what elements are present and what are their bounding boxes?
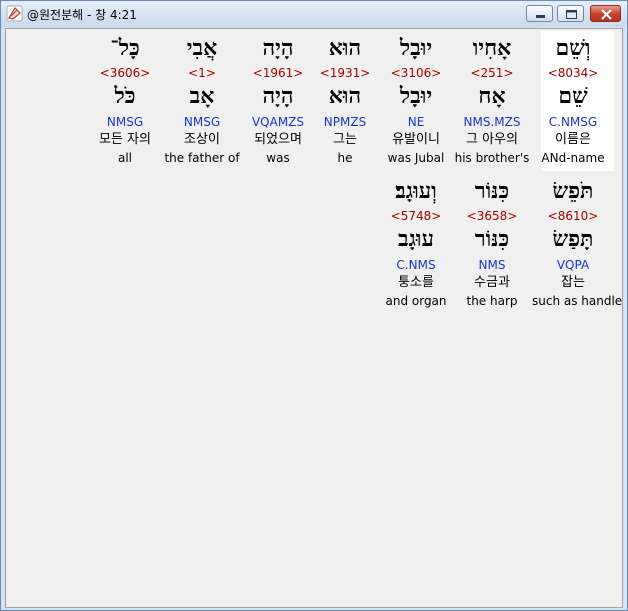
lemma-word: שֵׁם (558, 83, 588, 109)
strong-number: <3606> (99, 66, 151, 80)
hebrew-word: כָּל־ (110, 35, 140, 61)
strong-number: <8034> (547, 66, 599, 80)
word-block[interactable]: כִּנּוֹר <3658> כִּנּוֹר NMS 수금과 the harp (451, 176, 533, 312)
english-gloss: all (117, 151, 133, 165)
word-block[interactable]: הָיָה <1961> הָיָה VQAMZS 되었으며 was (237, 33, 319, 169)
morph-code: NE (407, 115, 425, 129)
hebrew-word: הָיָה (262, 35, 294, 61)
hebrew-word: אָחִיו (472, 35, 512, 61)
korean-gloss: 잡는 (561, 275, 585, 290)
hebrew-word: יוּבָל (399, 35, 433, 61)
english-gloss: the harp (466, 294, 518, 308)
minimize-icon (536, 15, 545, 18)
app-window: @원전분해 - 창 4:21 וְשֵׁם <8034> שֵׁם C.NMSG 이름은… (0, 0, 628, 611)
maximize-icon (566, 10, 577, 19)
strong-number: <1> (188, 66, 216, 80)
word-block[interactable]: אָחִיו <251> אָח NMS.MZS 그 아우의 his brother's (451, 33, 533, 169)
word-block[interactable]: וְעוּגָב׃ <5748> עוּגָב C.NMS 퉁소를 and organ (375, 176, 457, 312)
close-button[interactable] (590, 5, 621, 22)
window-title: @원전분해 - 창 4:21 (27, 8, 137, 22)
morph-code: NMSG (183, 115, 221, 129)
morph-code: C.NMSG (548, 115, 598, 129)
strong-number: <3106> (390, 66, 442, 80)
hebrew-word: אֲבִי (186, 35, 218, 61)
lemma-word: עוּגָב (398, 226, 434, 252)
word-block[interactable]: כָּל־ <3606> כֹּל NMSG 모든 자의 all (84, 33, 166, 169)
strong-number: <3658> (466, 209, 518, 223)
strong-number: <8610> (547, 209, 599, 223)
word-block[interactable]: תֹּפֵשׂ <8610> תָּפַשׂ VQPA 잡는 such as handle (532, 176, 623, 312)
morph-code: NMS (478, 258, 506, 272)
lemma-word: תָּפַשׂ (552, 226, 594, 252)
word-block[interactable]: וְשֵׁם <8034> שֵׁם C.NMSG 이름은 ANd-name (532, 33, 614, 169)
hebrew-word: כִּנּוֹר (474, 178, 510, 204)
english-gloss: was (266, 151, 290, 165)
korean-gloss: 수금과 (474, 275, 510, 290)
morph-code: C.NMS (396, 258, 436, 272)
lemma-word: הָיָה (262, 83, 294, 109)
maximize-button[interactable] (557, 5, 584, 22)
english-gloss: such as handle (532, 294, 623, 308)
korean-gloss: 퉁소를 (398, 275, 434, 290)
lemma-word: כִּנּוֹר (474, 226, 510, 252)
korean-gloss: 조상이 (184, 132, 220, 147)
lemma-word: יוּבָל (399, 83, 433, 109)
hebrew-word: וְעוּגָב׃ (395, 178, 437, 204)
lemma-word: אָב (189, 83, 215, 109)
english-gloss: and organ (385, 294, 447, 308)
lemma-word: כֹּל (114, 83, 136, 109)
morph-code: NMS.MZS (463, 115, 521, 129)
morph-code: VQPA (556, 258, 590, 272)
korean-gloss: 되었으며 (254, 132, 302, 147)
english-gloss: ANd-name (541, 151, 605, 165)
analysis-pane[interactable]: וְשֵׁם <8034> שֵׁם C.NMSG 이름은 ANd-name אָחִיו <… (5, 28, 623, 608)
english-gloss: the father of (164, 151, 240, 165)
korean-gloss: 모든 자의 (99, 132, 151, 147)
strong-number: <5748> (390, 209, 442, 223)
english-gloss: was Jubal (387, 151, 445, 165)
morph-code: NMSG (106, 115, 144, 129)
korean-gloss: 이름은 (555, 132, 591, 147)
hebrew-word: וְשֵׁם (555, 35, 591, 61)
word-block[interactable]: אֲבִי <1> אָב NMSG 조상이 the father of (161, 33, 243, 169)
strong-number: <251> (470, 66, 514, 80)
english-gloss: his brother's (454, 151, 530, 165)
hebrew-word: תֹּפֵשׂ (552, 178, 594, 204)
korean-gloss: 그 아우의 (466, 132, 518, 147)
korean-gloss: 유발이니 (392, 132, 440, 147)
strong-number: <1961> (252, 66, 304, 80)
lemma-word: אָח (478, 83, 506, 109)
title-bar[interactable]: @원전분해 - 창 4:21 (1, 1, 627, 27)
bible-app-icon[interactable] (6, 5, 23, 22)
morph-code: VQAMZS (251, 115, 305, 129)
word-block[interactable]: יוּבָל <3106> יוּבָל NE 유발이니 was Jubal (375, 33, 457, 169)
minimize-button[interactable] (526, 5, 553, 22)
close-icon (601, 9, 612, 20)
